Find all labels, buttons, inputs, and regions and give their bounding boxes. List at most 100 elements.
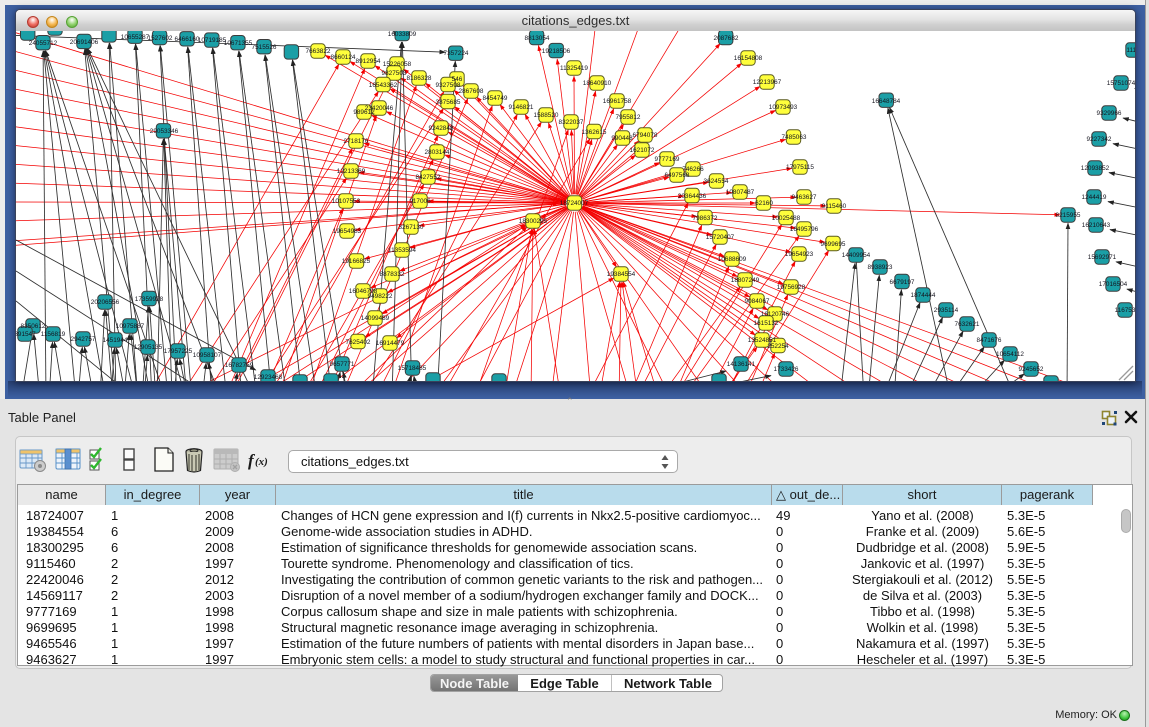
svg-text:18300295: 18300295 <box>519 218 548 225</box>
svg-text:1588520: 1588520 <box>534 112 559 119</box>
svg-text:8938923: 8938923 <box>868 264 893 271</box>
svg-text:20691406: 20691406 <box>70 39 99 46</box>
svg-text:7986372: 7986372 <box>693 215 718 222</box>
svg-text:24055712: 24055712 <box>29 40 58 47</box>
svg-text:9115460: 9115460 <box>822 203 847 210</box>
svg-text:18807249: 18807249 <box>731 277 760 284</box>
svg-text:16033809: 16033809 <box>388 31 417 38</box>
svg-text:15226058: 15226058 <box>383 61 412 68</box>
svg-text:17016504: 17016504 <box>1099 281 1128 288</box>
svg-text:29053346: 29053346 <box>150 128 179 135</box>
svg-text:(x): (x) <box>255 456 268 468</box>
svg-text:9227342: 9227342 <box>1087 136 1112 143</box>
svg-text:10975887: 10975887 <box>116 323 145 330</box>
svg-text:2087682: 2087682 <box>714 35 739 42</box>
svg-text:9498222: 9498222 <box>368 293 393 300</box>
svg-text:14099489: 14099489 <box>361 315 390 322</box>
svg-text:10107553: 10107553 <box>332 198 361 205</box>
svg-text:990448: 990448 <box>611 135 633 142</box>
svg-text:9463627: 9463627 <box>792 194 817 201</box>
svg-text:2803144: 2803144 <box>425 149 450 156</box>
svg-text:19384554: 19384554 <box>607 271 636 278</box>
svg-text:1621072: 1621072 <box>630 147 655 154</box>
svg-text:9657771: 9657771 <box>330 361 355 368</box>
svg-text:9242848: 9242848 <box>429 125 454 132</box>
svg-text:9699695: 9699695 <box>821 241 846 248</box>
svg-text:11353594: 11353594 <box>388 247 416 254</box>
svg-text:19756928: 19756928 <box>777 284 806 291</box>
svg-text:6794078: 6794078 <box>633 132 658 139</box>
svg-text:16210643: 16210643 <box>1082 222 1111 229</box>
svg-text:3267130: 3267130 <box>399 224 424 231</box>
svg-text:8322037: 8322037 <box>559 119 584 126</box>
svg-text:9827503: 9827503 <box>382 70 407 77</box>
svg-text:19654983: 19654983 <box>333 228 362 235</box>
svg-text:10671355: 10671355 <box>224 40 253 47</box>
svg-text:2867608: 2867608 <box>459 88 484 95</box>
svg-text:10654112: 10654112 <box>996 351 1024 358</box>
svg-text:16120746: 16120746 <box>761 311 790 318</box>
svg-text:10719185: 10719185 <box>198 37 227 44</box>
svg-text:10973493: 10973493 <box>769 104 798 111</box>
svg-text:2935114: 2935114 <box>934 307 959 314</box>
svg-text:10688609: 10688609 <box>718 256 747 263</box>
svg-text:12923468: 12923468 <box>254 374 283 381</box>
svg-text:8878332: 8878332 <box>380 271 405 278</box>
svg-text:7515526: 7515526 <box>252 44 277 51</box>
svg-text:8350612: 8350612 <box>21 323 46 330</box>
svg-text:12213967: 12213967 <box>753 79 782 86</box>
svg-text:1362615: 1362615 <box>582 129 607 136</box>
svg-text:7485063: 7485063 <box>782 134 807 141</box>
svg-text:1244419: 1244419 <box>1082 194 1107 201</box>
svg-text:17975115: 17975115 <box>786 164 814 171</box>
svg-text:12905135: 12905135 <box>134 344 163 351</box>
svg-text:20364436: 20364436 <box>678 193 707 200</box>
svg-text:62160: 62160 <box>755 200 773 207</box>
svg-text:252254: 252254 <box>767 343 789 350</box>
svg-text:1874444: 1874444 <box>911 292 936 299</box>
svg-text:8912954: 8912954 <box>356 58 381 65</box>
svg-text:7357224: 7357224 <box>444 50 469 57</box>
svg-text:3875685: 3875685 <box>436 99 461 106</box>
svg-text:14136141: 14136141 <box>727 361 756 368</box>
svg-text:16914479: 16914479 <box>376 340 405 347</box>
svg-text:16782759: 16782759 <box>225 362 254 369</box>
svg-text:6497568: 6497568 <box>665 172 690 179</box>
svg-text:1156819: 1156819 <box>41 331 66 338</box>
svg-text:3624554: 3624554 <box>704 178 729 185</box>
svg-text:116753: 116753 <box>1115 307 1135 314</box>
svg-text:14409954: 14409954 <box>842 252 871 259</box>
svg-text:10025488: 10025488 <box>772 215 801 222</box>
svg-text:1615132: 1615132 <box>754 320 779 327</box>
svg-text:9327508: 9327508 <box>436 82 461 89</box>
svg-text:15720407: 15720407 <box>706 234 735 241</box>
svg-text:9084067: 9084067 <box>745 298 770 305</box>
svg-text:2718176: 2718176 <box>344 138 369 145</box>
svg-text:19166825: 19166825 <box>342 258 371 265</box>
svg-text:917006: 917006 <box>409 198 431 205</box>
svg-text:16961758: 16961758 <box>603 98 632 105</box>
svg-text:20206556: 20206556 <box>91 299 120 306</box>
svg-text:16495796: 16495796 <box>790 226 819 233</box>
svg-text:15718485: 15718485 <box>398 365 427 372</box>
svg-text:19218506: 19218506 <box>542 48 571 55</box>
svg-text:7625402: 7625402 <box>346 339 371 346</box>
svg-text:10655287: 10655287 <box>121 34 150 41</box>
svg-text:1733426: 1733426 <box>774 366 799 373</box>
svg-text:8427552: 8427552 <box>416 174 441 181</box>
svg-text:10958107: 10958107 <box>193 352 222 359</box>
svg-text:6679197: 6679197 <box>890 279 915 286</box>
svg-text:1451944: 1451944 <box>103 337 128 344</box>
svg-text:7955812: 7955812 <box>616 114 641 121</box>
svg-text:7632621: 7632621 <box>955 321 980 328</box>
svg-text:19654923: 19654923 <box>785 251 814 258</box>
svg-text:17359928: 17359928 <box>135 296 164 303</box>
svg-text:9146821: 9146821 <box>509 104 534 111</box>
svg-text:6466160: 6466160 <box>175 36 200 43</box>
svg-text:16154808: 16154808 <box>734 55 763 62</box>
svg-text:9777169: 9777169 <box>655 156 680 163</box>
svg-text:18724007: 18724007 <box>560 200 589 207</box>
svg-text:8813054: 8813054 <box>525 35 550 42</box>
svg-text:10807487: 10807487 <box>726 189 755 196</box>
svg-text:18640910: 18640910 <box>583 80 612 87</box>
